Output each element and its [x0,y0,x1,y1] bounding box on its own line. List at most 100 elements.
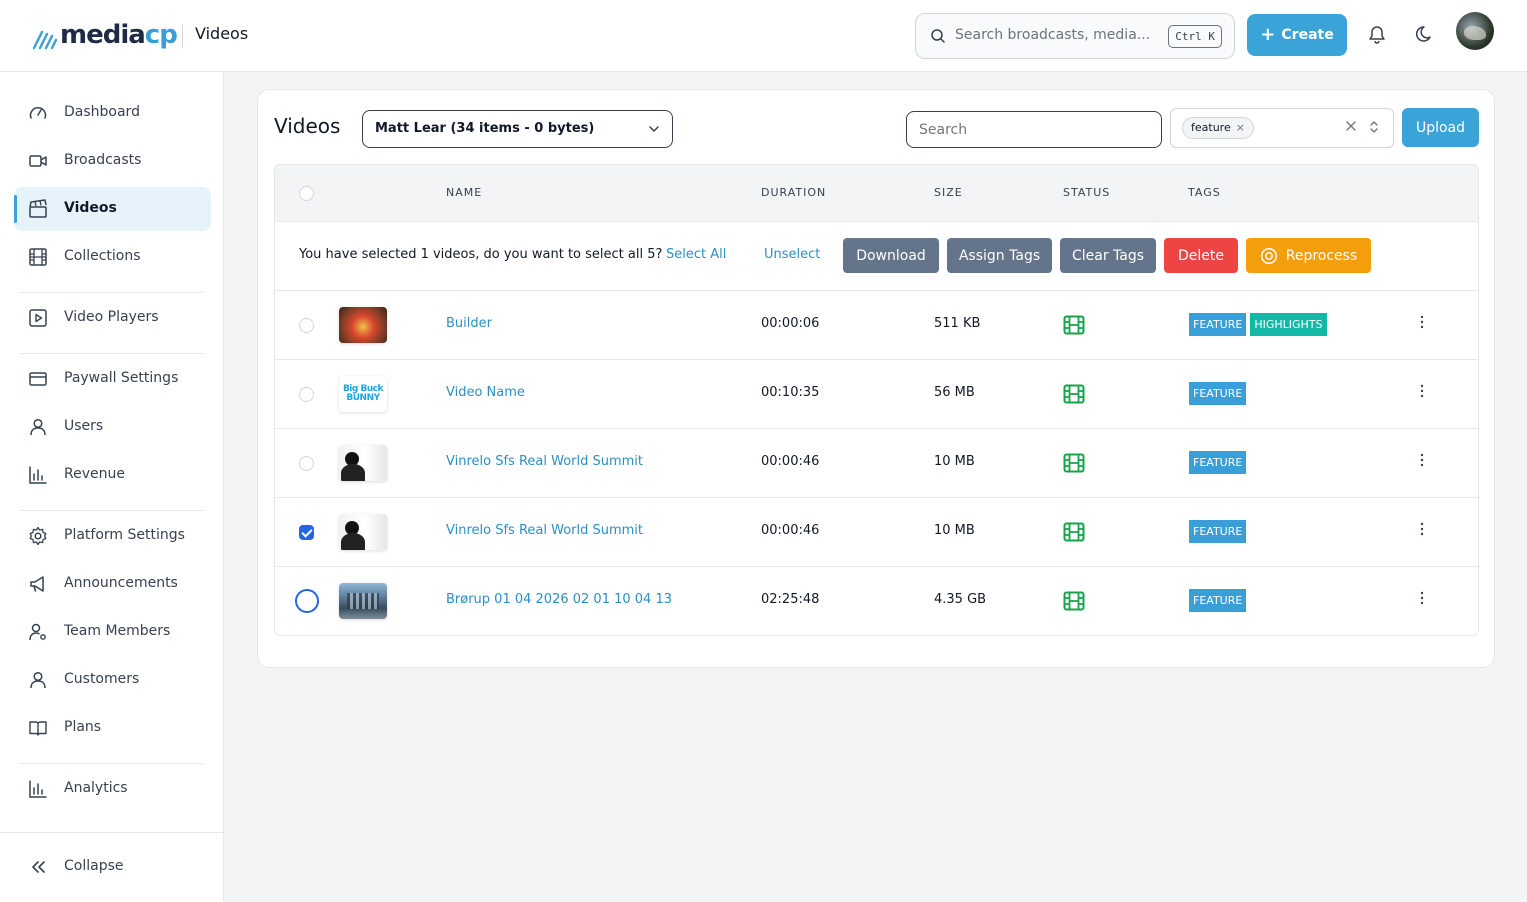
table-row[interactable]: Big Buck BUNNY Video Name 00:10:35 56 MB… [275,360,1478,429]
kebab-menu-icon[interactable] [1420,384,1424,398]
kebab-menu-icon[interactable] [1420,522,1424,536]
sidebar-item-announcements[interactable]: Announcements [14,562,211,606]
tag-badge: FEATURE [1189,520,1247,543]
kebab-menu-icon[interactable] [1420,453,1424,467]
column-header-status[interactable]: STATUS [1063,186,1110,199]
sidebar-item-plans[interactable]: Plans [14,706,211,750]
clear-tags-button[interactable]: Clear Tags [1060,238,1156,273]
sidebar-item-users[interactable]: Users [14,405,211,449]
videos-table: NAME DURATION SIZE STATUS TAGS You have … [274,164,1479,636]
sidebar-item-paywall-settings[interactable]: Paywall Settings [14,357,211,401]
sidebar-item-analytics[interactable]: Analytics [14,767,211,811]
sidebar-item-label: Platform Settings [64,527,185,543]
video-thumbnail[interactable] [339,445,387,481]
sidebar-item-customers[interactable]: Customers [14,658,211,702]
row-checkbox[interactable] [295,589,319,613]
kebab-menu-icon[interactable] [1420,315,1424,329]
chevron-up-down-icon[interactable] [1368,119,1380,135]
select-all-checkbox[interactable] [299,186,314,201]
sidebar-item-team-members[interactable]: Team Members [14,610,211,654]
film-icon [1063,522,1085,542]
sidebar-item-dashboard[interactable]: Dashboard [14,91,211,135]
sidebar-item-label: Videos [64,200,117,216]
sidebar-divider [20,353,203,354]
video-name-link[interactable]: Video Name [446,385,525,400]
video-size: 56 MB [934,385,975,400]
sidebar-item-label: Dashboard [64,104,140,120]
tag-badge: HIGHLIGHTS [1250,313,1327,336]
user-avatar[interactable] [1456,12,1494,50]
owner-select[interactable]: Matt Lear (34 items - 0 bytes) [362,110,673,148]
sidebar-item-broadcasts[interactable]: Broadcasts [14,139,211,183]
megaphone-icon [30,576,44,592]
sidebar-divider [20,292,203,293]
download-button[interactable]: Download [843,238,939,273]
tag-filter-select[interactable]: feature × [1170,108,1394,148]
select-all-link[interactable]: Select All [666,247,726,262]
tag-badge: FEATURE [1189,382,1247,405]
create-button[interactable]: + Create [1247,14,1347,56]
tag-badge: FEATURE [1189,313,1247,336]
bell-icon[interactable] [1368,24,1386,44]
assign-tags-button[interactable]: Assign Tags [947,238,1052,273]
tag-list: FEATURE [1189,451,1247,474]
page-title: Videos [195,24,249,43]
video-thumbnail[interactable] [339,583,387,619]
user-cog-icon [29,623,46,641]
sidebar-collapse-button[interactable]: Collapse [14,845,211,889]
video-thumbnail[interactable] [339,514,387,550]
unselect-link[interactable]: Unselect [764,247,820,262]
delete-button[interactable]: Delete [1164,238,1238,273]
tag-filter-chip[interactable]: feature × [1182,117,1254,139]
table-row[interactable]: Vinrelo Sfs Real World Summit 00:00:46 1… [275,429,1478,498]
sidebar-item-videos[interactable]: Videos [14,187,211,231]
moon-icon[interactable] [1416,24,1434,44]
video-thumbnail[interactable]: Big Buck BUNNY [339,376,387,412]
column-header-name[interactable]: NAME [446,186,482,199]
sidebar-item-platform-settings[interactable]: Platform Settings [14,514,211,558]
video-name-link[interactable]: Builder [446,316,492,331]
reprocess-button[interactable]: Reprocess [1246,238,1371,273]
thumbnail-text: Big Buck BUNNY [342,384,384,403]
sidebar-item-label: Paywall Settings [64,370,179,386]
chevron-down-icon [649,126,659,132]
column-header-duration[interactable]: DURATION [761,186,826,199]
logo-waves-icon [32,30,58,50]
video-thumbnail[interactable] [339,307,387,343]
row-checkbox[interactable] [299,387,314,402]
videos-card: Videos Matt Lear (34 items - 0 bytes) fe… [257,89,1495,668]
video-name-link[interactable]: Brørup 01 04 2026 02 01 10 04 13 [446,592,672,607]
video-camera-icon [29,155,47,167]
plus-icon: + [1260,24,1276,45]
video-search-input[interactable] [906,111,1162,148]
clapperboard-icon [29,199,47,218]
remove-chip-icon[interactable]: × [1236,118,1245,138]
column-header-size[interactable]: SIZE [934,186,963,199]
upload-button[interactable]: Upload [1402,108,1479,147]
sidebar: Dashboard Broadcasts Videos Collections … [0,72,224,902]
mediacp-logo[interactable]: mediacp [32,18,178,52]
reprocess-icon [1260,247,1277,264]
sidebar-item-collections[interactable]: Collections [14,235,211,279]
table-row[interactable]: Vinrelo Sfs Real World Summit 00:00:46 1… [275,498,1478,567]
collapse-label: Collapse [64,858,124,874]
row-checkbox[interactable] [299,456,314,471]
row-checkbox[interactable] [299,525,314,540]
kebab-menu-icon[interactable] [1420,591,1424,605]
video-name-link[interactable]: Vinrelo Sfs Real World Summit [446,454,643,469]
keyboard-shortcut-badge: Ctrl K [1168,25,1222,48]
sidebar-item-revenue[interactable]: Revenue [14,453,211,497]
global-search-input[interactable]: Search broadcasts, media... Ctrl K [915,13,1235,59]
row-checkbox[interactable] [299,318,314,333]
reprocess-label: Reprocess [1285,247,1358,264]
sidebar-item-label: Users [64,418,104,434]
selection-bar: You have selected 1 videos, do you want … [275,222,1478,291]
clear-icon[interactable] [1345,120,1357,132]
tag-badge: FEATURE [1189,451,1247,474]
users-icon [30,671,46,689]
video-name-link[interactable]: Vinrelo Sfs Real World Summit [446,523,643,538]
film-icon [1063,453,1085,473]
table-row[interactable]: Builder 00:00:06 511 KB FEATURE HIGHLIGH… [275,291,1478,360]
table-row[interactable]: Brørup 01 04 2026 02 01 10 04 13 02:25:4… [275,567,1478,635]
sidebar-item-video-players[interactable]: Video Players [14,296,211,340]
